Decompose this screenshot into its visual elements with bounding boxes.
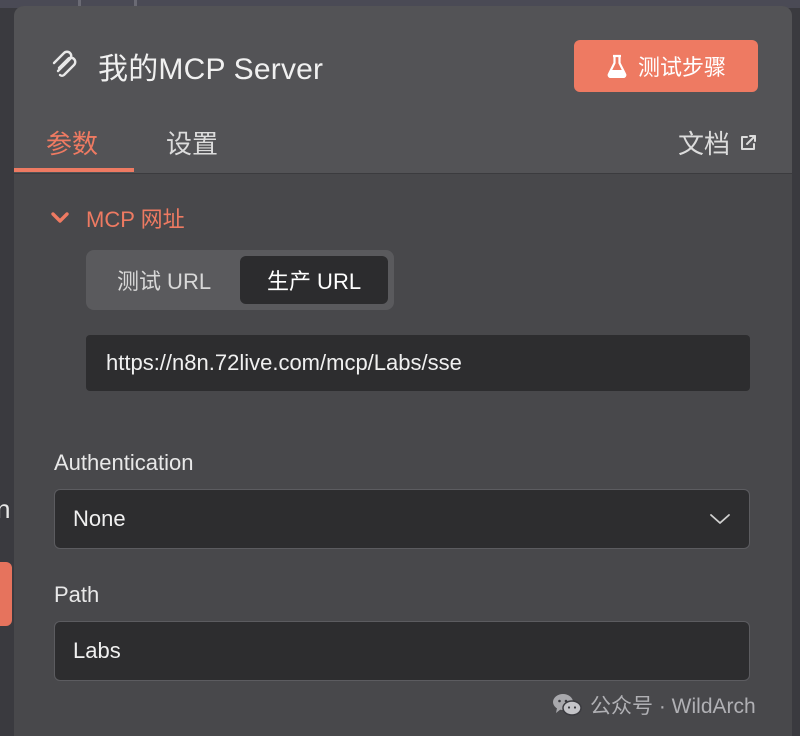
watermark: 公众号 · WildArch	[552, 690, 756, 720]
path-label: Path	[54, 582, 100, 607]
mcp-url-section-toggle[interactable]: MCP 网址	[50, 202, 185, 234]
chevron-down-icon	[51, 212, 69, 223]
authentication-value: None	[73, 506, 126, 531]
active-tab-indicator	[14, 168, 134, 172]
external-link-icon	[741, 134, 756, 150]
background-text: n	[0, 494, 11, 524]
path-value: Labs	[73, 638, 121, 663]
docs-label: 文档	[677, 129, 730, 159]
background-button[interactable]	[0, 562, 12, 626]
mcp-node-icon	[52, 50, 77, 77]
authentication-label: Authentication	[54, 450, 194, 475]
mcp-url-heading: MCP 网址	[86, 207, 185, 232]
authentication-select[interactable]: None	[54, 489, 750, 549]
docs-link[interactable]: 文档	[678, 124, 758, 161]
flask-icon	[607, 54, 627, 78]
url-type-switch: 测试 URL 生产 URL	[86, 250, 394, 310]
tab-parameters[interactable]: 参数	[46, 124, 98, 161]
node-settings-panel: 我的MCP Server 测试步骤 参数 设置 文档 MCP 网址 测试 URL	[14, 6, 792, 736]
test-url-segment[interactable]: 测试 URL	[94, 256, 234, 304]
test-step-button[interactable]: 测试步骤	[574, 40, 758, 92]
path-input[interactable]: Labs	[54, 621, 750, 681]
panel-header: 我的MCP Server 测试步骤 参数 设置 文档	[14, 6, 792, 174]
test-step-label: 测试步骤	[637, 55, 726, 80]
watermark-text: 公众号 · WildArch	[590, 695, 756, 718]
chevron-down-icon	[710, 514, 730, 524]
tab-settings[interactable]: 设置	[166, 124, 218, 161]
panel-title: 我的MCP Server	[98, 53, 324, 86]
wechat-icon	[553, 694, 582, 716]
mcp-url-display[interactable]: https://n8n.72live.com/mcp/Labs/sse	[86, 335, 750, 391]
production-url-segment[interactable]: 生产 URL	[240, 256, 388, 304]
